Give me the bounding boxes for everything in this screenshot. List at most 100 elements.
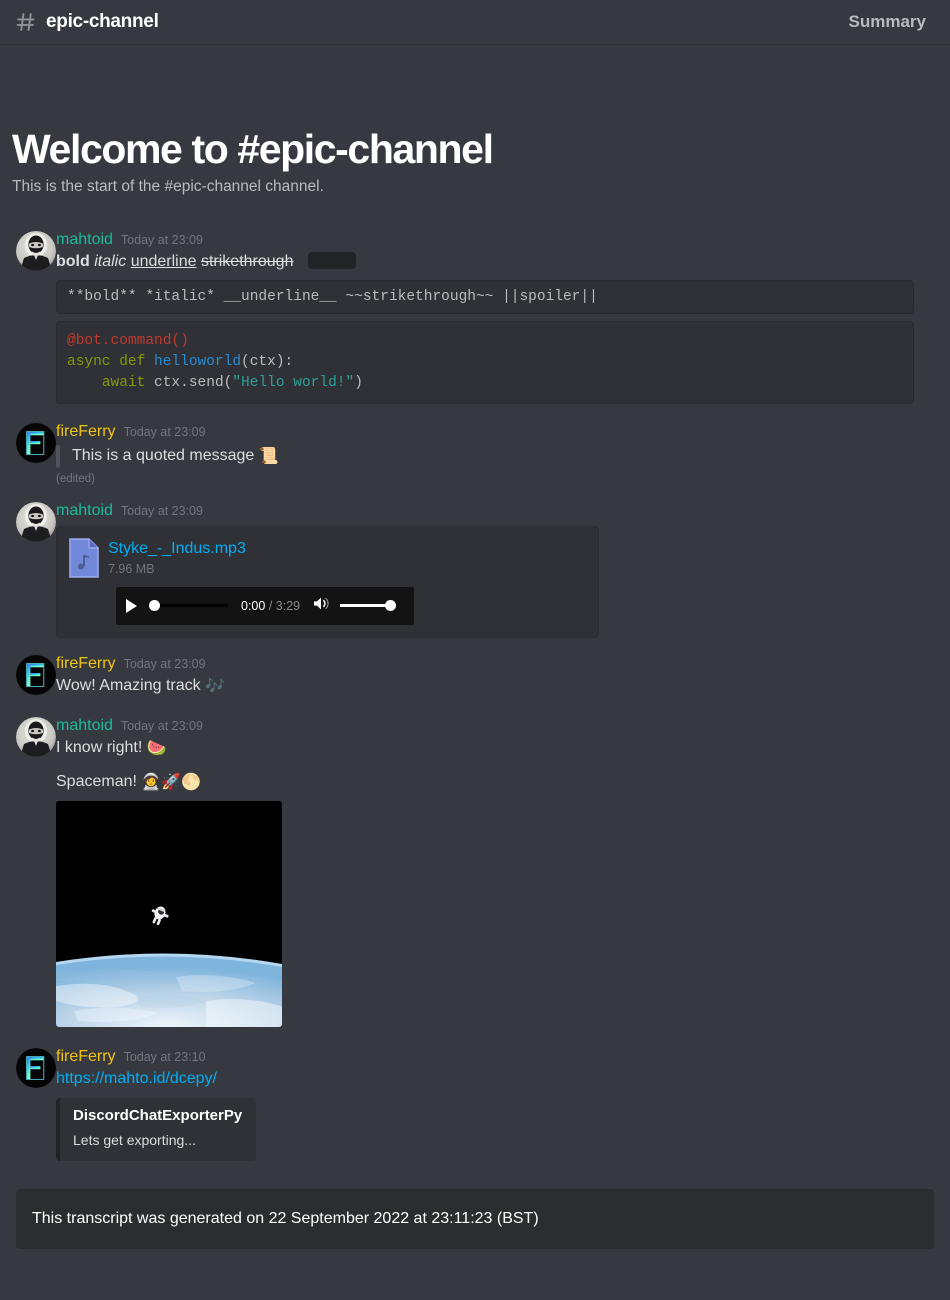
message-timestamp: Today at 23:09 — [120, 233, 203, 248]
message-link[interactable]: https://mahto.id/dcepy/ — [56, 1070, 217, 1087]
message-timestamp: Today at 23:09 — [120, 503, 203, 518]
message-header: fireFerry Today at 23:09 — [56, 422, 926, 441]
code-string: "Hello world!" — [232, 375, 355, 392]
message-group: mahtoid Today at 23:09 Styke_-_Indus.mp3… — [0, 489, 934, 642]
image-attachment[interactable] — [56, 801, 282, 1028]
volume-slider[interactable] — [340, 600, 397, 612]
markdown-demo-line: bold italic underline strikethrough — [56, 251, 926, 273]
message-timestamp: Today at 23:09 — [120, 718, 203, 733]
code-params: (ctx): — [241, 354, 294, 371]
avatar-column — [0, 654, 56, 700]
hash-icon — [14, 10, 38, 34]
message-author[interactable]: mahtoid — [56, 230, 113, 249]
current-time: 0:00 — [241, 598, 266, 613]
avatar[interactable] — [16, 501, 56, 542]
code-function-name: helloworld — [154, 354, 242, 371]
avatar[interactable] — [16, 716, 56, 757]
message-body: mahtoid Today at 23:09 Styke_-_Indus.mp3… — [56, 501, 934, 638]
volume-icon[interactable] — [313, 596, 330, 616]
progress-thumb[interactable] — [149, 600, 160, 612]
avatar-column — [0, 230, 56, 404]
message-content: I know right! 🍉 — [56, 737, 926, 760]
attachment-info: Styke_-_Indus.mp3 7.96 MB — [69, 537, 586, 578]
message-header: fireFerry Today at 23:10 — [56, 1047, 926, 1066]
message-body: mahtoid Today at 23:09 bold italic under… — [56, 230, 934, 405]
audio-attachment: Styke_-_Indus.mp3 7.96 MB 0:00 / 3:29 — [56, 525, 599, 638]
blockquote-text: This is a quoted message 📜 — [72, 445, 279, 468]
message-author[interactable]: fireFerry — [56, 422, 116, 441]
avatar[interactable] — [16, 654, 56, 695]
message-group: fireFerry Today at 23:09 Wow! Amazing tr… — [0, 642, 934, 704]
message-text: I know right! — [56, 739, 143, 757]
progress-track — [154, 604, 228, 608]
scroll-emoji: 📜 — [258, 447, 279, 465]
strikethrough-text: strikethrough — [200, 253, 294, 271]
code-call-end: ) — [354, 375, 363, 392]
code-decorator: @bot.command() — [67, 333, 189, 350]
attachment-meta: Styke_-_Indus.mp3 7.96 MB — [108, 538, 246, 576]
inline-code-block: **bold** *italic* __underline__ ~~strike… — [56, 280, 914, 315]
message-text: Spaceman! — [56, 773, 137, 791]
avatar[interactable] — [16, 231, 56, 272]
quote-body: This is a quoted message — [72, 446, 255, 464]
embed-title[interactable]: DiscordChatExporterPy — [73, 1107, 242, 1126]
message-content: Wow! Amazing track 🎶 — [56, 675, 926, 698]
volume-track — [340, 604, 392, 608]
play-icon[interactable] — [126, 598, 137, 613]
bold-text: bold — [56, 253, 90, 271]
spoiler-block[interactable] — [307, 252, 356, 270]
message-header: fireFerry Today at 23:09 — [56, 654, 926, 673]
message-body: fireFerry Today at 23:09 This is a quote… — [56, 422, 934, 485]
summary-button[interactable]: Summary — [849, 12, 926, 32]
avatar[interactable] — [16, 1048, 56, 1089]
avatar-column — [0, 1047, 56, 1161]
underline-text: underline — [130, 253, 197, 271]
avatar-column — [0, 501, 56, 638]
transcript-footer: This transcript was generated on 22 Sept… — [16, 1189, 934, 1250]
message-author[interactable]: mahtoid — [56, 501, 113, 520]
message-timestamp: Today at 23:10 — [123, 1050, 206, 1065]
blockquote: This is a quoted message 📜 — [56, 444, 926, 468]
message-header: mahtoid Today at 23:09 — [56, 501, 926, 520]
code-keyword-await: await — [101, 375, 155, 392]
blockquote-bar — [56, 444, 60, 468]
message-author[interactable]: mahtoid — [56, 716, 113, 735]
volume-thumb[interactable] — [385, 600, 397, 612]
spaceman-emoji-group: 🧑‍🚀🚀🌕 — [141, 774, 202, 792]
message-text: Wow! Amazing track — [56, 676, 201, 694]
italic-text: italic — [94, 253, 127, 271]
message-timestamp: Today at 23:09 — [123, 656, 206, 671]
message-group: mahtoid Today at 23:09 bold italic under… — [0, 222, 934, 408]
welcome-title: Welcome to #epic-channel — [12, 126, 494, 172]
python-code-block: @bot.command() async def helloworld(ctx)… — [56, 321, 914, 405]
message-group: fireFerry Today at 23:09 This is a quote… — [0, 408, 934, 488]
watermelon-emoji: 🍉 — [146, 740, 167, 758]
time-separator: / — [268, 598, 273, 613]
welcome-subtitle: This is the start of the #epic-channel c… — [12, 178, 324, 196]
avatar[interactable] — [16, 423, 56, 464]
link-embed[interactable]: DiscordChatExporterPy Lets get exporting… — [56, 1098, 257, 1162]
transcript-generated-text: This transcript was generated on 22 Sept… — [32, 1210, 539, 1228]
page-title: epic-channel — [46, 11, 159, 32]
message-author[interactable]: fireFerry — [56, 654, 116, 673]
avatar-column — [0, 716, 56, 1031]
message-content: Spaceman! 🧑‍🚀🚀🌕 — [56, 771, 926, 794]
code-call: ctx.send( — [154, 375, 233, 392]
total-time: 3:29 — [275, 598, 301, 613]
musical-notes-emoji: 🎶 — [205, 677, 226, 695]
audio-file-icon — [69, 537, 99, 578]
message-content: https://mahto.id/dcepy/ — [56, 1068, 926, 1090]
audio-progress-slider[interactable] — [149, 600, 228, 612]
audio-player[interactable]: 0:00 / 3:29 — [116, 586, 414, 625]
message-list: mahtoid Today at 23:09 bold italic under… — [0, 222, 950, 1165]
message-body: fireFerry Today at 23:09 Wow! Amazing tr… — [56, 654, 934, 700]
attachment-filename[interactable]: Styke_-_Indus.mp3 — [108, 539, 246, 558]
audio-time-display: 0:00 / 3:29 — [241, 599, 300, 613]
message-timestamp: Today at 23:09 — [123, 425, 206, 440]
message-author[interactable]: fireFerry — [56, 1047, 116, 1066]
avatar-column — [0, 422, 56, 484]
welcome-block: Welcome to #epic-channel This is the sta… — [0, 45, 950, 196]
message-header: mahtoid Today at 23:09 — [56, 716, 926, 735]
message-body: fireFerry Today at 23:10 https://mahto.i… — [56, 1047, 934, 1162]
